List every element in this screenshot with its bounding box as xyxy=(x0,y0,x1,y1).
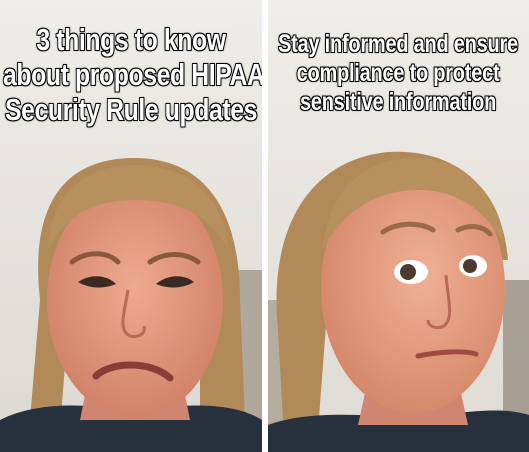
right-caption-line: compliance to protect xyxy=(296,58,501,88)
right-iris xyxy=(463,259,477,273)
left-panel: 3 things to know about proposed HIPAA Se… xyxy=(0,0,262,452)
right-caption-line: sensitive information xyxy=(299,87,497,117)
left-caption-line: about proposed HIPAA xyxy=(2,56,262,93)
left-caption-line: 3 things to know xyxy=(36,21,227,58)
right-caption: Stay informed and ensure compliance to p… xyxy=(270,29,526,117)
right-caption-line: Stay informed and ensure xyxy=(277,29,519,59)
left-caption-line: Security Rule updates xyxy=(4,91,258,128)
right-panel: Stay informed and ensure compliance to p… xyxy=(268,0,529,452)
left-iris xyxy=(400,264,416,280)
meme-image: 3 things to know about proposed HIPAA Se… xyxy=(0,0,529,452)
left-caption: 3 things to know about proposed HIPAA Se… xyxy=(2,21,262,128)
